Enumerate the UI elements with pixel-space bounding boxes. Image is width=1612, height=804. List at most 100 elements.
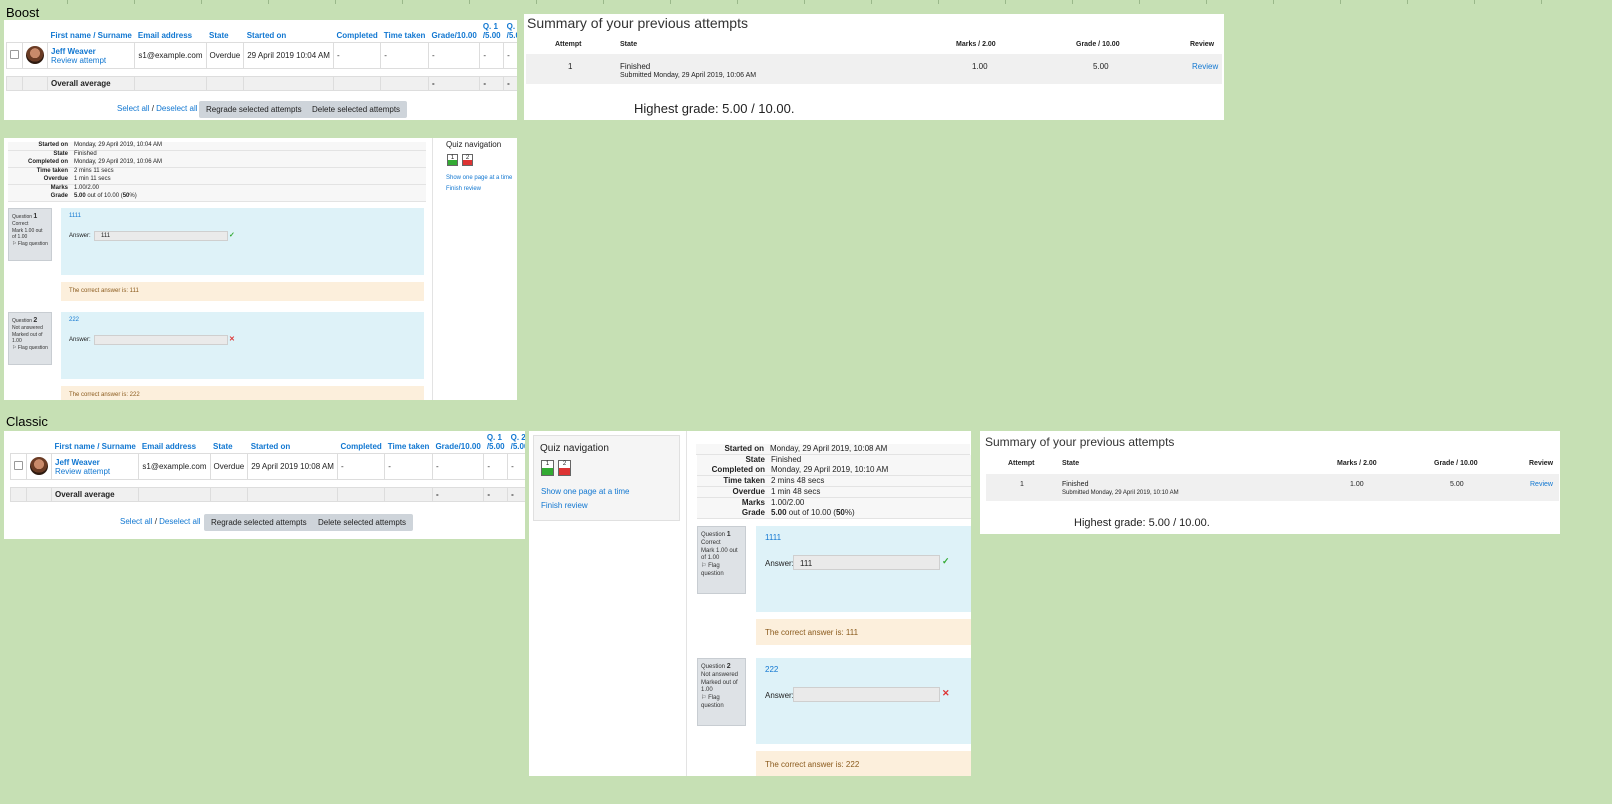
finish-review-link[interactable]: Finish review xyxy=(446,186,481,192)
correct-check-icon: ✓ xyxy=(229,232,235,239)
summary-review-link[interactable]: Review xyxy=(1192,62,1218,71)
q1-cell: - xyxy=(479,42,505,69)
nav-button-q2[interactable]: 2 xyxy=(462,154,473,166)
answer-label: Answer: xyxy=(69,337,91,343)
grade-cell: - xyxy=(431,453,485,480)
spacer-row xyxy=(11,480,526,488)
sort-started-link[interactable]: Started on xyxy=(248,431,338,454)
completed-value: Monday, 29 April 2019, 10:10 AM xyxy=(771,465,889,475)
summary-submitted: Submitted Monday, 29 April 2019, 10:06 A… xyxy=(620,72,757,79)
show-one-page-link[interactable]: Show one page at a time xyxy=(446,175,512,181)
sort-state-link[interactable]: State xyxy=(210,431,248,454)
select-all-link[interactable]: Select all xyxy=(120,517,152,526)
sort-q2-link[interactable]: Q. 2/5.00 xyxy=(508,431,525,454)
answer-value: 111 xyxy=(800,559,813,568)
started-cell: 29 April 2019 10:08 AM xyxy=(247,453,338,480)
question-word: Question xyxy=(12,318,33,324)
sort-completed-link[interactable]: Completed xyxy=(337,431,384,454)
select-all-link[interactable]: Select all xyxy=(117,104,149,113)
row-checkbox[interactable] xyxy=(14,461,23,470)
sort-grade-link[interactable]: Grade/10.00 xyxy=(428,20,479,43)
boost-grades-panel: First name / Surname Email address State… xyxy=(4,20,517,120)
flag-question-link[interactable]: ⚐ Flag question xyxy=(12,345,48,351)
avatar xyxy=(30,456,48,475)
correct-answer-text: The correct answer is: 111 xyxy=(765,628,859,637)
answer-field[interactable] xyxy=(793,687,940,702)
avg-grade-cell: - xyxy=(431,487,485,502)
sort-firstname-link[interactable]: First name xyxy=(51,31,91,40)
answer-field[interactable]: 111 xyxy=(94,231,228,241)
summary-state: Finished xyxy=(620,62,651,71)
marks-label: Marks xyxy=(50,184,68,191)
flag-question-link[interactable]: ⚐ Flag question xyxy=(701,563,724,577)
started-value: Monday, 29 April 2019, 10:08 AM xyxy=(770,444,888,453)
grade-value-score: 5.00 xyxy=(771,508,787,518)
summary-review-link[interactable]: Review xyxy=(1530,481,1553,488)
attempt-summary-table: Started on Monday, 29 April 2019, 10:08 A… xyxy=(696,444,971,520)
question-text: 222 xyxy=(765,665,779,674)
marks-value: 1.00/2.00 xyxy=(74,184,100,191)
correct-check-icon: ✓ xyxy=(942,556,950,566)
sort-started-link[interactable]: Started on xyxy=(244,20,334,43)
answer-field[interactable] xyxy=(94,335,228,345)
summary-grade: 5.00 xyxy=(1093,62,1109,71)
regrade-button[interactable]: Regrade selected attempts xyxy=(199,101,309,118)
sort-time-link[interactable]: Time taken xyxy=(381,20,429,43)
deselect-all-link[interactable]: Deselect all xyxy=(159,517,200,526)
delete-button[interactable]: Delete selected attempts xyxy=(311,514,414,531)
nav-button-q2[interactable]: 2 xyxy=(558,460,571,476)
grade-value-close: %) xyxy=(844,508,855,518)
quiz-nav-title: Quiz navigation xyxy=(540,443,609,454)
classic-grades-panel: First name / Surname Email address State… xyxy=(4,431,525,539)
nav-button-q1[interactable]: 1 xyxy=(447,154,458,166)
sort-q1-link[interactable]: Q. 1/5.00 xyxy=(484,431,508,454)
flag-label: Flag question xyxy=(17,344,48,351)
summary-col-grade: Grade / 10.00 xyxy=(1076,41,1120,48)
delete-button[interactable]: Delete selected attempts xyxy=(305,101,408,118)
completed-label: Completed on xyxy=(711,465,765,475)
grades-header-row: First name / Surname Email address State… xyxy=(11,431,526,454)
row-checkbox[interactable] xyxy=(10,50,19,59)
time-value: 2 mins 11 secs xyxy=(74,167,114,174)
nav-q1-correct-bar xyxy=(542,468,553,475)
question-1-info: Question 1 Correct Mark 1.00 out of 1.00… xyxy=(697,526,746,594)
show-one-page-link[interactable]: Show one page at a time xyxy=(541,487,630,496)
sort-email-link[interactable]: Email address xyxy=(135,20,206,43)
summary-col-review: Review xyxy=(1190,41,1215,48)
grade-label: Grade xyxy=(741,508,765,518)
deselect-all-link[interactable]: Deselect all xyxy=(156,104,197,113)
review-attempt-link[interactable]: Review attempt xyxy=(55,467,110,476)
sort-email-link[interactable]: Email address xyxy=(139,431,210,454)
review-attempt-link[interactable]: Review attempt xyxy=(51,56,106,65)
finish-review-link[interactable]: Finish review xyxy=(541,501,588,510)
q2-header-max: /5.00 xyxy=(510,442,525,451)
nav-button-q1[interactable]: 1 xyxy=(541,460,554,476)
sort-time-link[interactable]: Time taken xyxy=(385,431,433,454)
question-2-content: 222 Answer: ✕ xyxy=(756,658,971,744)
question-number: 1 xyxy=(726,531,731,538)
flag-icon: ⚐ xyxy=(701,563,707,570)
sort-surname-link[interactable]: Surname xyxy=(98,31,132,40)
header-separator: / xyxy=(94,442,102,451)
sort-completed-link[interactable]: Completed xyxy=(333,20,380,43)
flag-question-link[interactable]: ⚐ Flag question xyxy=(12,241,48,247)
regrade-button[interactable]: Regrade selected attempts xyxy=(204,514,314,531)
sort-grade-link[interactable]: Grade/10.00 xyxy=(432,431,483,454)
flag-question-link[interactable]: ⚐ Flag question xyxy=(701,695,724,709)
time-label: Time taken xyxy=(723,476,765,486)
sort-q2-link[interactable]: Q. 2/5.00 xyxy=(504,20,517,43)
summary-col-attempt: Attempt xyxy=(1008,460,1035,467)
avg-q1-cell: - xyxy=(479,76,505,91)
summary-col-marks: Marks / 2.00 xyxy=(1337,460,1377,467)
sort-firstname-link[interactable]: First name xyxy=(55,442,95,451)
nav-q2-label: 2 xyxy=(562,461,567,467)
question-number: 2 xyxy=(33,317,38,324)
sort-q1-link[interactable]: Q. 1/5.00 xyxy=(480,20,504,43)
sort-state-link[interactable]: State xyxy=(206,20,244,43)
sort-surname-link[interactable]: Surname xyxy=(102,442,136,451)
student-name-link[interactable]: Jeff Weaver xyxy=(55,458,100,467)
grade-cell: - xyxy=(427,42,481,69)
answer-field[interactable]: 111 xyxy=(793,555,940,570)
student-name-link[interactable]: Jeff Weaver xyxy=(51,47,96,56)
question-word: Question xyxy=(12,214,33,220)
